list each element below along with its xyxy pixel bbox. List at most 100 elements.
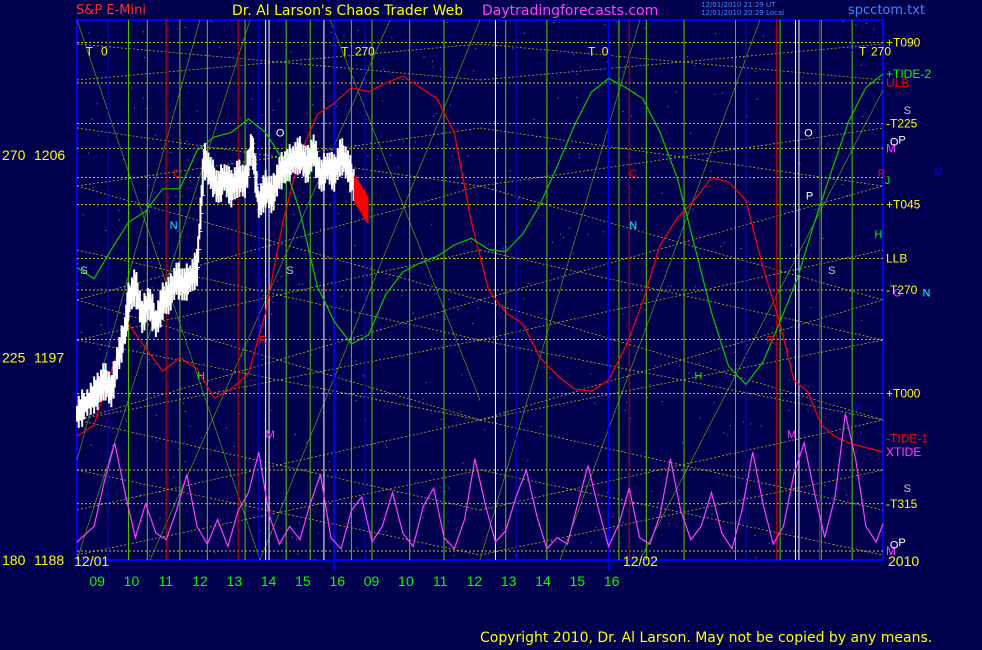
grid-dot (270, 313, 272, 315)
grid-dot (478, 146, 480, 148)
grid-dot (487, 243, 489, 245)
grid-dot (622, 313, 624, 315)
grid-dot (670, 285, 672, 287)
grid-dot (866, 22, 868, 24)
date-label: 12/01 (74, 553, 109, 569)
grid-dot (401, 295, 403, 297)
grid-dot (525, 326, 527, 328)
grid-dot (423, 56, 425, 58)
copyright-notice: Copyright 2010, Dr. Al Larson. May not b… (480, 630, 933, 646)
planet-label: N (922, 287, 930, 299)
planet-label: H (197, 371, 205, 383)
grid-dot (723, 432, 725, 434)
x-tick-label: 09 (364, 573, 380, 589)
grid-dot (746, 344, 748, 346)
grid-dot (481, 259, 483, 261)
grid-dot (855, 24, 857, 26)
grid-dot (430, 287, 432, 289)
grid-dot (746, 116, 748, 118)
grid-dot (250, 232, 252, 234)
planet-label: H (874, 229, 882, 241)
grid-dot (512, 48, 514, 50)
grid-dot (842, 20, 844, 22)
x-tick-label: 09 (89, 573, 105, 589)
angle-mark: 270 (871, 45, 891, 59)
grid-dot (711, 513, 713, 515)
grid-dot (630, 341, 632, 343)
right-label: +T090 (886, 36, 921, 50)
grid-dot (312, 104, 314, 106)
planet-label: S (286, 265, 293, 277)
grid-dot (721, 92, 723, 94)
grid-dot (402, 78, 404, 80)
grid-dot (263, 295, 265, 297)
site-url[interactable]: Daytradingforecasts.com (482, 3, 658, 19)
grid-dot (320, 228, 322, 230)
grid-dot (154, 134, 156, 136)
grid-dot (527, 460, 529, 462)
grid-dot (742, 57, 744, 59)
grid-dot (654, 365, 656, 367)
grid-dot (551, 540, 553, 542)
grid-dot (573, 53, 575, 55)
grid-dot (444, 318, 446, 320)
grid-dot (317, 532, 319, 534)
grid-dot (436, 145, 438, 147)
grid-dot (385, 444, 387, 446)
grid-dot (688, 372, 690, 374)
x-tick-label: 13 (227, 573, 243, 589)
grid-dot (184, 460, 186, 462)
planet-label: J (885, 175, 891, 187)
timestamp-local: 12/01/2010 20:29 Local (701, 9, 785, 17)
grid-dot (875, 81, 877, 83)
grid-dot (629, 418, 631, 420)
grid-dot (579, 66, 581, 68)
instrument-name: S&P E-Mini (76, 3, 146, 18)
grid-dot (754, 535, 756, 537)
right-label: +T045 (886, 198, 921, 212)
grid-dot (385, 530, 387, 532)
grid-dot (729, 425, 731, 427)
grid-dot (760, 425, 762, 427)
series-line (76, 413, 884, 551)
grid-dot (810, 306, 812, 308)
grid-dot (788, 379, 790, 381)
grid-dot (439, 68, 441, 70)
grid-dot (714, 93, 716, 95)
grid-dot (310, 354, 312, 356)
grid-dot (791, 244, 793, 246)
grid-dot (251, 98, 253, 100)
grid-dot (90, 444, 92, 446)
grid-dot (718, 393, 720, 395)
grid-dot (550, 273, 552, 275)
grid-dot (822, 237, 824, 239)
grid-dot (651, 490, 653, 492)
grid-dot (675, 91, 677, 93)
grid-dot (341, 295, 343, 297)
grid-dot (272, 109, 274, 111)
planet-label: P (898, 134, 905, 146)
grid-dot (105, 230, 107, 232)
grid-dot (792, 206, 794, 208)
right-label: -T315 (886, 497, 918, 511)
grid-dot (451, 155, 453, 157)
grid-dot (133, 107, 135, 109)
grid-dot (802, 76, 804, 78)
grid-dot (306, 441, 308, 443)
grid-dot (142, 97, 144, 99)
grid-dot (184, 26, 186, 28)
grid-dot (190, 180, 192, 182)
grid-dot (590, 373, 592, 375)
planet-label: M (266, 429, 275, 441)
grid-dot (692, 209, 694, 211)
grid-dot (376, 158, 378, 160)
grid-dot (568, 227, 570, 229)
grid-dot (475, 48, 477, 50)
grid-dot (150, 261, 152, 263)
right-label: +T000 (886, 387, 921, 401)
grid-dot (141, 520, 143, 522)
grid-dot (624, 410, 626, 412)
grid-dot (715, 33, 717, 35)
grid-dot (130, 87, 132, 89)
grid-dot (455, 529, 457, 531)
